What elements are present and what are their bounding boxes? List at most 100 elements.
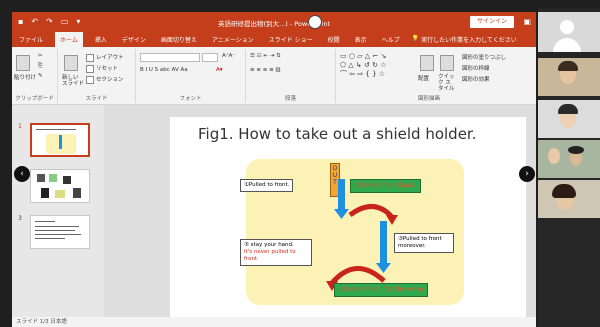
red-arrow-1-curve bbox=[348, 204, 394, 219]
font-format-buttons[interactable]: B I U S abc AV Aa bbox=[140, 67, 188, 73]
shape-effects-button[interactable]: 図形の効果 bbox=[462, 75, 490, 83]
red-arrow-2-curve bbox=[330, 266, 386, 285]
thumb-image-6 bbox=[73, 188, 81, 198]
tab-review[interactable]: 校閲 bbox=[325, 33, 343, 46]
participant-hair bbox=[568, 146, 584, 154]
slide-thumbnail-3[interactable] bbox=[30, 215, 90, 249]
arrange-icon[interactable] bbox=[420, 55, 434, 71]
step4-box[interactable]: ④Turn 45° counterclockwise bbox=[334, 283, 429, 297]
font-group: A⁺A⁻ B I U S abc AV Aa A▾ フォント bbox=[136, 49, 246, 103]
drawing-group-label: 図形描画 bbox=[417, 96, 440, 102]
paragraph-group-label: 段落 bbox=[284, 96, 296, 102]
slide-editor: Fig1. How to take out a shield holder. O… bbox=[104, 105, 536, 317]
participant-hair bbox=[558, 104, 578, 114]
section-label: セクション bbox=[96, 77, 124, 83]
avatar-placeholder-body bbox=[553, 38, 581, 52]
tab-home[interactable]: ホーム bbox=[55, 31, 83, 48]
red-arrow-1-head bbox=[386, 215, 398, 225]
slide-thumbnails-pane: 1 2 3 bbox=[12, 105, 104, 317]
format-painter-icon[interactable]: ✎ bbox=[38, 73, 43, 79]
blue-arrow-1-head bbox=[334, 209, 349, 219]
arrange-button[interactable]: 配置 bbox=[418, 74, 429, 82]
copy-icon[interactable]: ⎘ bbox=[38, 63, 42, 70]
participant-face bbox=[548, 148, 560, 164]
slide-title[interactable]: Fig1. How to take out a shield holder. bbox=[198, 125, 476, 143]
share-camera-icon bbox=[308, 15, 322, 29]
slide-thumbnail-1[interactable] bbox=[30, 123, 90, 157]
layout-button[interactable]: レイアウト bbox=[86, 53, 124, 62]
avatar-placeholder-head bbox=[560, 20, 574, 34]
step1-box[interactable]: ①Pulled to front. bbox=[240, 179, 294, 192]
slide-thumbnail-2[interactable] bbox=[30, 169, 90, 203]
font-group-label: フォント bbox=[179, 96, 202, 102]
paste-icon[interactable] bbox=[16, 55, 30, 71]
section-icon bbox=[86, 75, 94, 84]
quick-styles-button[interactable]: クイック スタイル bbox=[438, 74, 456, 92]
new-slide-icon[interactable] bbox=[64, 55, 78, 71]
tab-help[interactable]: ヘルプ bbox=[379, 33, 403, 46]
bullets-icon[interactable]: ☰ ☷ ⇤ ⇥ ⇅ bbox=[250, 53, 281, 59]
thumb-text-line-4 bbox=[35, 234, 81, 235]
thumb-title-line bbox=[36, 129, 76, 130]
tell-me-box[interactable]: 💡 実行したい作業を入力してください bbox=[412, 35, 517, 44]
thumb-text-line-5 bbox=[35, 238, 65, 239]
reset-icon bbox=[86, 64, 94, 73]
powerpoint-window: ▪ ↶ ↷ ▭ ▾ 英語研修提出物(別大...) - PowerPoint サイ… bbox=[12, 12, 536, 327]
tab-insert[interactable]: 挿入 bbox=[92, 33, 110, 46]
participant-tile-5[interactable] bbox=[538, 180, 600, 218]
shape-fill-button[interactable]: 図形の塗りつぶし bbox=[462, 53, 506, 61]
thumb-text-line-3 bbox=[35, 230, 75, 231]
procedure-diagram: O U T ①Pulled to front. ②Turn 15° clockw… bbox=[240, 159, 464, 305]
signin-button[interactable]: サインイン bbox=[469, 16, 514, 28]
participant-hair bbox=[552, 184, 576, 198]
participant-tile-4[interactable] bbox=[538, 140, 600, 178]
font-grow-icon[interactable]: A⁺A⁻ bbox=[222, 53, 235, 59]
shape-outline-button[interactable]: 図形の枠線 bbox=[462, 64, 490, 72]
paste-label[interactable]: 貼り付け bbox=[14, 73, 36, 81]
blue-arrow-2-head bbox=[376, 263, 391, 273]
thumb-image-2 bbox=[49, 174, 57, 182]
thumb-arrow bbox=[59, 135, 62, 149]
participant-tile-3[interactable] bbox=[538, 100, 600, 138]
next-arrow-icon[interactable]: › bbox=[519, 166, 535, 182]
font-size-box[interactable] bbox=[202, 53, 218, 62]
step2-box[interactable]: ②Turn 15° clockwise bbox=[350, 179, 422, 193]
tab-slideshow[interactable]: スライド ショー bbox=[266, 33, 316, 46]
status-bar: スライド 1/3 日本語 bbox=[12, 317, 536, 327]
participant-tile-1[interactable] bbox=[538, 12, 600, 52]
tab-file[interactable]: ファイル bbox=[16, 33, 46, 46]
font-name-box[interactable] bbox=[140, 53, 200, 62]
align-icons[interactable]: ≡ ≡ ≡ ≡ ▥ bbox=[250, 67, 281, 73]
section-button[interactable]: セクション bbox=[86, 75, 124, 84]
prev-arrow-icon[interactable]: ‹ bbox=[14, 166, 30, 182]
tab-animations[interactable]: アニメーション bbox=[209, 33, 257, 46]
thumb-image-5 bbox=[55, 190, 65, 198]
layout-label: レイアウト bbox=[96, 55, 124, 61]
step5-box[interactable]: ⑤ stay your hand. It's never pulled to f… bbox=[240, 239, 312, 266]
slides-group-label: スライド bbox=[85, 96, 108, 102]
new-slide-button[interactable]: 新しい スライド bbox=[62, 75, 84, 87]
thumb-text-line-2 bbox=[35, 226, 79, 227]
tab-view[interactable]: 表示 bbox=[352, 33, 370, 46]
title-bar: ▪ ↶ ↷ ▭ ▾ 英語研修提出物(別大...) - PowerPoint サイ… bbox=[12, 12, 536, 32]
thumb-image-3 bbox=[63, 176, 71, 184]
participant-tile-2[interactable] bbox=[538, 58, 600, 96]
slides-group: 新しい スライド レイアウト リセット セクション スライド bbox=[58, 49, 136, 103]
shapes-gallery[interactable]: ▭ ○ ▱ △ ⌐ ↘ ⬠ △ ↳ ↺ ↻ ☆ ⌒ ⇦ ⇨ { } ☆ bbox=[340, 52, 386, 79]
step3-box[interactable]: ③Pulled to front moreover. bbox=[394, 233, 454, 253]
tell-me-text: 実行したい作業を入力してください bbox=[421, 37, 517, 44]
ribbon-display-icon[interactable]: ▣ bbox=[523, 17, 531, 26]
video-participants-panel bbox=[538, 8, 600, 327]
thumb-image-4 bbox=[41, 188, 49, 198]
tab-design[interactable]: デザイン bbox=[119, 33, 149, 46]
font-color-icon[interactable]: A▾ bbox=[216, 67, 223, 73]
quick-styles-icon[interactable] bbox=[440, 55, 454, 71]
screen: ▪ ↶ ↷ ▭ ▾ 英語研修提出物(別大...) - PowerPoint サイ… bbox=[0, 0, 600, 327]
reset-button[interactable]: リセット bbox=[86, 64, 118, 73]
clipboard-group: 貼り付け ✂ ⎘ ✎ クリップボード bbox=[12, 49, 58, 103]
blue-arrow-2-shaft bbox=[380, 221, 387, 263]
ribbon-tabs: ファイル ホーム 挿入 デザイン 画面切り替え アニメーション スライド ショー… bbox=[12, 31, 536, 48]
current-slide[interactable]: Fig1. How to take out a shield holder. O… bbox=[170, 117, 526, 317]
cut-icon[interactable]: ✂ bbox=[38, 53, 43, 59]
tab-transitions[interactable]: 画面切り替え bbox=[158, 33, 200, 46]
